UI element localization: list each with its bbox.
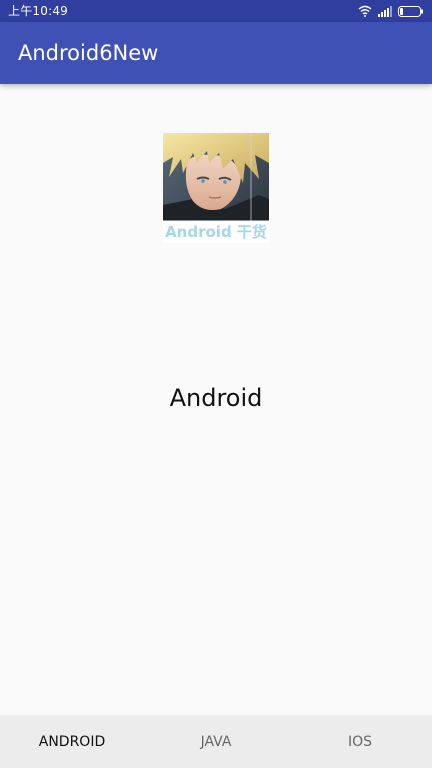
status-bar: 上午10:49 <box>0 0 432 22</box>
tab-java[interactable]: JAVA <box>144 715 288 768</box>
status-time: 上午10:49 <box>8 4 68 18</box>
screen: 上午10:49 Android6New Android 干货 Android A… <box>0 0 432 768</box>
status-icons <box>358 5 424 17</box>
battery-icon <box>398 5 424 17</box>
app-bar: Android6New <box>0 22 432 84</box>
page-label: Android <box>169 384 263 412</box>
signal-icon <box>378 5 392 17</box>
tab-ios[interactable]: IOS <box>288 715 432 768</box>
app-title: Android6New <box>18 41 159 65</box>
avatar-image: Android 干货 <box>163 133 269 243</box>
image-caption: Android 干货 <box>163 221 269 243</box>
main-content: Android 干货 Android <box>0 84 432 715</box>
wifi-icon <box>358 5 372 17</box>
bottom-navigation: ANDROID JAVA IOS <box>0 715 432 768</box>
tab-android[interactable]: ANDROID <box>0 715 144 768</box>
